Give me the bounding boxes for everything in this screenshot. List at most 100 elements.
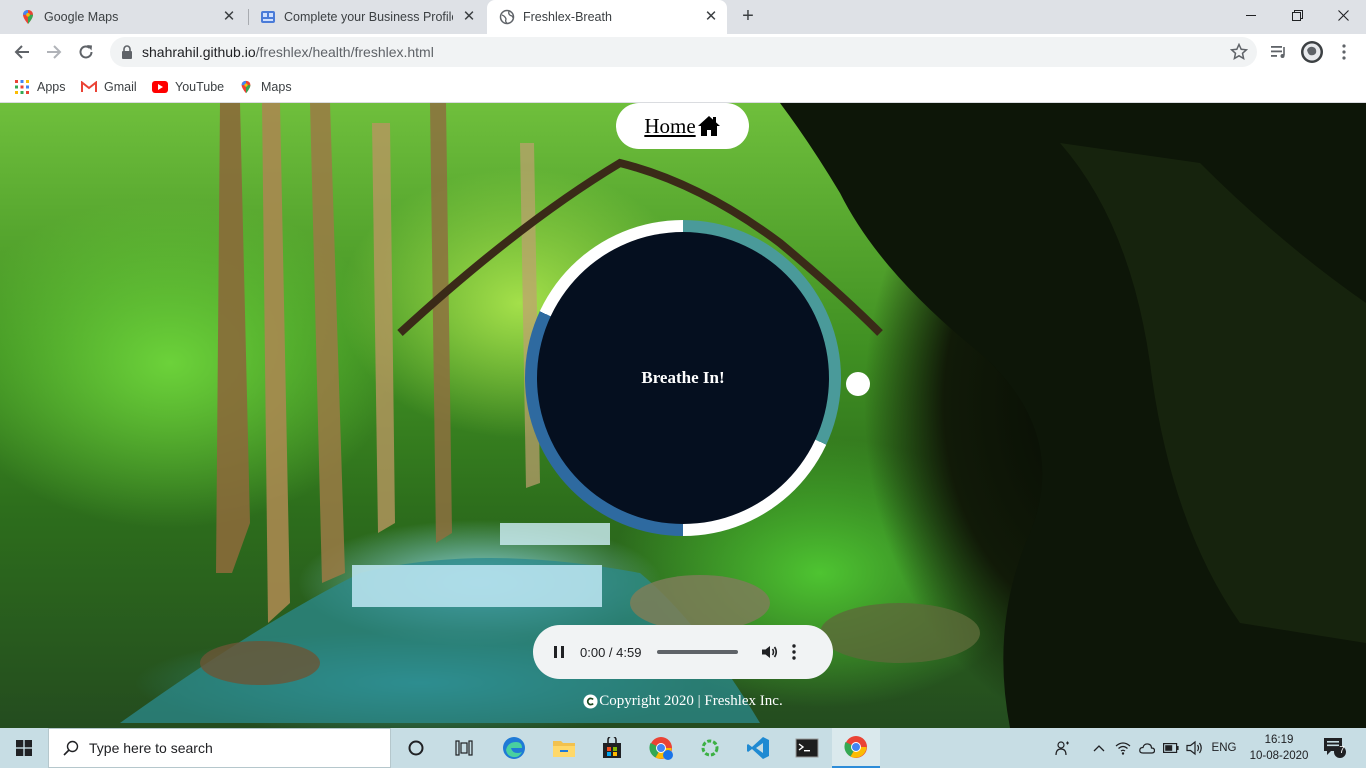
clock-date: 10-08-2020 <box>1249 750 1309 762</box>
bookmark-label: Apps <box>37 80 66 94</box>
windows-taskbar: Type here to search ENG 16:19 10-08-2020… <box>0 728 1366 768</box>
tab-label: Complete your Business Profile | <box>284 10 453 24</box>
store-bag-icon <box>603 737 621 758</box>
taskbar-vscode[interactable] <box>734 728 782 768</box>
arrow-left-icon <box>14 45 29 59</box>
browser-menu-button[interactable] <box>1330 38 1358 66</box>
breathing-circle: Breathe In! <box>537 232 829 524</box>
bookmark-maps[interactable]: Maps <box>238 77 292 97</box>
playlist-icon <box>1271 46 1285 58</box>
copyright-text: Copyright 2020 | Freshlex Inc. <box>599 693 783 709</box>
close-icon <box>1337 9 1349 21</box>
media-control-button[interactable] <box>1265 38 1293 66</box>
home-link[interactable]: Home <box>644 114 695 139</box>
task-view-button[interactable] <box>440 728 488 768</box>
audio-player: 0:00 / 4:59 <box>533 625 833 679</box>
loading-ring-icon <box>701 739 719 757</box>
arrow-right-icon <box>47 45 62 59</box>
action-center-button[interactable]: 7 <box>1320 728 1350 768</box>
taskbar-chrome-active[interactable] <box>832 728 880 768</box>
apps-grid-icon <box>14 79 30 95</box>
restore-icon <box>1291 9 1303 21</box>
more-vertical-icon[interactable] <box>792 644 797 660</box>
volume-button[interactable] <box>1185 728 1205 768</box>
pause-icon[interactable] <box>553 645 565 659</box>
profile-button[interactable] <box>1298 38 1326 66</box>
show-hidden-icons-button[interactable] <box>1090 728 1108 768</box>
bookmark-youtube[interactable]: YouTube <box>152 77 224 97</box>
clock-time: 16:19 <box>1264 734 1294 746</box>
tab-freshlex-breath[interactable]: Freshlex-Breath ✕ <box>487 0 727 34</box>
edge-icon <box>503 737 525 759</box>
restore-button[interactable] <box>1274 0 1320 30</box>
people-button[interactable] <box>1052 728 1074 768</box>
battery-button[interactable] <box>1162 728 1180 768</box>
taskbar-clock[interactable]: 16:19 10-08-2020 <box>1246 732 1312 764</box>
bookmark-label: Maps <box>261 80 292 94</box>
audio-time: 0:00 / 4:59 <box>580 644 642 660</box>
avatar-icon <box>1301 41 1323 63</box>
cloud-icon <box>1139 743 1155 754</box>
gmail-icon <box>81 79 97 95</box>
tab-strip: Google Maps ✕ Complete your Business Pro… <box>0 0 1366 34</box>
home-nav: Home <box>616 103 749 149</box>
onedrive-button[interactable] <box>1138 728 1156 768</box>
search-icon <box>63 740 79 756</box>
google-maps-icon <box>23 10 33 24</box>
battery-icon <box>1163 743 1179 753</box>
bookmark-label: Gmail <box>104 80 137 94</box>
task-view-icon <box>455 740 473 756</box>
cortana-icon <box>408 740 424 756</box>
star-icon[interactable] <box>1230 43 1248 61</box>
taskbar-chrome-profile[interactable] <box>637 728 685 768</box>
people-icon <box>1055 741 1069 756</box>
folder-icon <box>553 741 575 757</box>
windows-logo-icon <box>16 740 32 756</box>
breathing-pointer <box>846 372 870 396</box>
bookmark-gmail[interactable]: Gmail <box>81 77 137 97</box>
audio-progress-bar[interactable] <box>657 650 739 654</box>
tab-label: Google Maps <box>44 10 119 24</box>
taskbar-edge[interactable] <box>490 728 538 768</box>
close-icon[interactable]: ✕ <box>221 9 237 25</box>
chrome-icon <box>844 736 867 758</box>
forward-button[interactable] <box>40 38 68 66</box>
taskbar-store[interactable] <box>588 728 636 768</box>
bookmarks-bar: Apps Gmail YouTube Maps <box>0 71 1366 103</box>
chrome-icon <box>649 737 673 760</box>
reload-button[interactable] <box>72 38 100 66</box>
home-icon[interactable] <box>697 115 721 137</box>
minimize-button[interactable] <box>1228 0 1274 30</box>
taskbar-loader-app[interactable] <box>686 728 734 768</box>
back-button[interactable] <box>8 38 36 66</box>
close-window-button[interactable] <box>1320 0 1366 30</box>
notification-count: 7 <box>1339 745 1345 756</box>
network-button[interactable] <box>1114 728 1132 768</box>
copyright-icon <box>583 694 598 709</box>
lock-icon <box>122 45 132 59</box>
terminal-icon <box>795 738 819 758</box>
breath-instruction: Breathe In! <box>641 368 725 387</box>
taskbar-search[interactable]: Type here to search <box>48 728 391 768</box>
youtube-icon <box>152 79 168 95</box>
tab-label: Freshlex-Breath <box>523 10 612 24</box>
start-button[interactable] <box>0 728 48 768</box>
globe-icon <box>499 9 515 25</box>
close-icon[interactable]: ✕ <box>461 9 477 25</box>
tab-google-maps[interactable]: Google Maps ✕ <box>0 0 245 34</box>
bookmark-apps[interactable]: Apps <box>14 77 66 97</box>
taskbar-terminal[interactable] <box>783 728 831 768</box>
input-language[interactable]: ENG <box>1210 728 1238 768</box>
volume-icon[interactable] <box>760 643 778 661</box>
cortana-button[interactable] <box>392 728 440 768</box>
url-text: shahrahil.github.io/freshlex/health/fres… <box>142 44 434 60</box>
close-icon[interactable]: ✕ <box>703 9 719 25</box>
business-profile-icon <box>261 11 275 23</box>
taskbar-file-explorer[interactable] <box>540 728 588 768</box>
wifi-icon <box>1115 742 1131 755</box>
speaker-icon <box>1186 740 1202 756</box>
search-placeholder: Type here to search <box>89 740 213 756</box>
tab-business-profile[interactable]: Complete your Business Profile | ✕ <box>240 0 485 34</box>
new-tab-button[interactable]: + <box>737 6 759 28</box>
address-bar[interactable]: shahrahil.github.io/freshlex/health/fres… <box>110 37 1257 67</box>
